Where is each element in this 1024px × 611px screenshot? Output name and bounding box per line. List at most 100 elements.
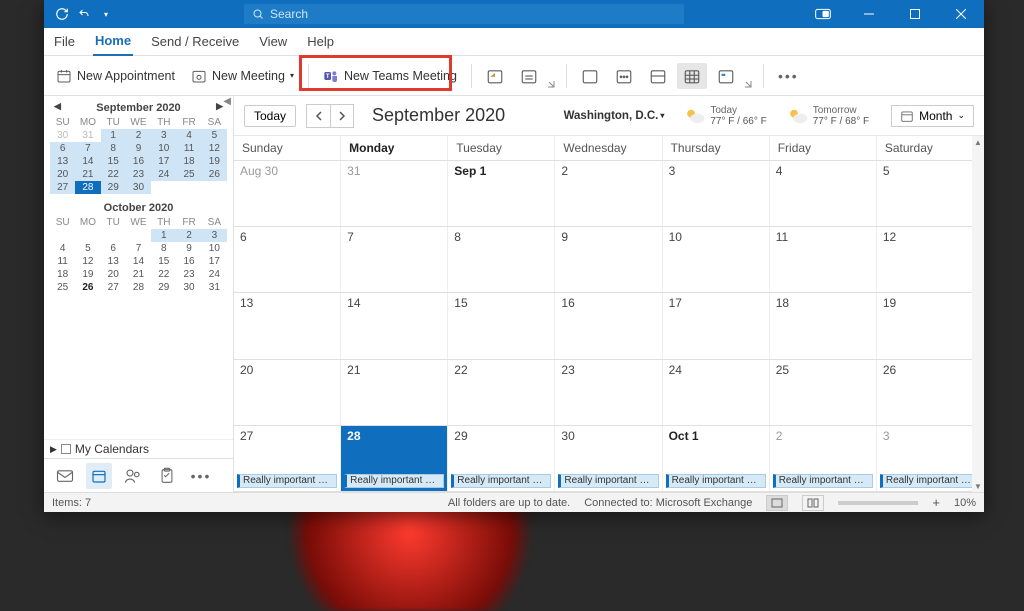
mini-day[interactable]: 25 bbox=[50, 281, 75, 294]
mini-day[interactable]: 1 bbox=[101, 129, 126, 142]
mini-day[interactable] bbox=[50, 229, 75, 242]
day-cell[interactable]: 20 bbox=[234, 360, 341, 425]
mini-day[interactable]: 17 bbox=[202, 255, 227, 268]
mini-day[interactable] bbox=[101, 229, 126, 242]
mini-day[interactable]: 5 bbox=[75, 242, 100, 255]
mail-nav-icon[interactable] bbox=[52, 463, 78, 489]
weather-today[interactable]: Today77° F / 66° F bbox=[684, 105, 766, 127]
mini-day[interactable]: 9 bbox=[126, 142, 151, 155]
mini-day[interactable] bbox=[176, 181, 201, 194]
mini-day[interactable] bbox=[126, 229, 151, 242]
mini-day[interactable]: 30 bbox=[50, 129, 75, 142]
mini-day[interactable]: 27 bbox=[50, 181, 75, 194]
mini-day[interactable]: 6 bbox=[50, 142, 75, 155]
mini-day[interactable]: 3 bbox=[202, 229, 227, 242]
mini-day[interactable]: 8 bbox=[101, 142, 126, 155]
mini-day[interactable]: 4 bbox=[50, 242, 75, 255]
day-cell[interactable]: 2Really important m… bbox=[770, 426, 877, 491]
ribbon-more-button[interactable]: ••• bbox=[772, 63, 805, 89]
mini-day[interactable]: 31 bbox=[202, 281, 227, 294]
day-cell[interactable]: 26 bbox=[877, 360, 984, 425]
mini-day[interactable]: 20 bbox=[101, 268, 126, 281]
calendar-event[interactable]: Really important m… bbox=[344, 474, 444, 488]
coming-soon-toggle[interactable] bbox=[800, 0, 846, 28]
mini-day[interactable]: 1 bbox=[151, 229, 176, 242]
mini-day[interactable]: 21 bbox=[126, 268, 151, 281]
nav-more-icon[interactable]: ••• bbox=[188, 463, 214, 489]
weather-location[interactable]: Washington, D.C. ▾ bbox=[564, 110, 665, 122]
undo-icon[interactable] bbox=[76, 6, 92, 22]
day-cell[interactable]: 7 bbox=[341, 227, 448, 292]
sync-icon[interactable] bbox=[54, 6, 70, 22]
calendar-event[interactable]: Really important m… bbox=[773, 474, 873, 488]
mini-day[interactable]: 14 bbox=[126, 255, 151, 268]
schedule-view-button[interactable] bbox=[514, 63, 544, 89]
mini-day[interactable]: 30 bbox=[176, 281, 201, 294]
meet-now-button[interactable] bbox=[480, 63, 510, 89]
menu-tab-send-receive[interactable]: Send / Receive bbox=[149, 30, 241, 55]
mini-day[interactable]: 5 bbox=[202, 129, 227, 142]
menu-tab-home[interactable]: Home bbox=[93, 29, 133, 56]
day-cell[interactable]: 9 bbox=[555, 227, 662, 292]
people-nav-icon[interactable] bbox=[120, 463, 146, 489]
calendar-event[interactable]: Really important m… bbox=[880, 474, 980, 488]
group-expand-icon-2[interactable] bbox=[743, 78, 755, 90]
mini-day[interactable]: 26 bbox=[202, 168, 227, 181]
minimize-button[interactable] bbox=[846, 0, 892, 28]
day-cell[interactable]: 16 bbox=[555, 293, 662, 358]
day-cell[interactable]: 22 bbox=[448, 360, 555, 425]
mini-day[interactable]: 18 bbox=[176, 155, 201, 168]
day-cell[interactable]: 2 bbox=[555, 161, 662, 226]
new-appointment-button[interactable]: New Appointment bbox=[50, 63, 181, 89]
mini-day[interactable]: 2 bbox=[176, 229, 201, 242]
day-cell[interactable]: Aug 30 bbox=[234, 161, 341, 226]
mini-day[interactable] bbox=[151, 181, 176, 194]
close-button[interactable] bbox=[938, 0, 984, 28]
view-selector-button[interactable]: Month ⌄ bbox=[891, 105, 974, 127]
vertical-scrollbar[interactable]: ▲ ▼ bbox=[972, 136, 984, 492]
mini-day[interactable]: 10 bbox=[202, 242, 227, 255]
mini-prev-icon[interactable]: ◀ bbox=[54, 101, 61, 112]
tasks-nav-icon[interactable] bbox=[154, 463, 180, 489]
day-cell[interactable]: 15 bbox=[448, 293, 555, 358]
workweek-view-button[interactable] bbox=[609, 63, 639, 89]
day-cell[interactable]: 29Really important m… bbox=[448, 426, 555, 491]
menu-tab-file[interactable]: File bbox=[52, 30, 77, 55]
calendar-nav-icon[interactable] bbox=[86, 463, 112, 489]
mini-day[interactable]: 18 bbox=[50, 268, 75, 281]
mini-day[interactable]: 9 bbox=[176, 242, 201, 255]
mini-day[interactable]: 11 bbox=[176, 142, 201, 155]
mini-day[interactable]: 29 bbox=[101, 181, 126, 194]
mini-day[interactable]: 28 bbox=[75, 181, 100, 194]
scroll-up-icon[interactable]: ▲ bbox=[972, 136, 984, 148]
mini-day[interactable]: 26 bbox=[75, 281, 100, 294]
day-cell[interactable]: 27Really important m… bbox=[234, 426, 341, 491]
mini-day[interactable]: 25 bbox=[176, 168, 201, 181]
mini-day[interactable]: 28 bbox=[126, 281, 151, 294]
day-cell[interactable]: 13 bbox=[234, 293, 341, 358]
day-cell[interactable]: 25 bbox=[770, 360, 877, 425]
today-button[interactable]: Today bbox=[244, 105, 296, 127]
mini-day[interactable]: 12 bbox=[75, 255, 100, 268]
zoom-in-button[interactable]: + bbox=[932, 495, 940, 510]
menu-tab-view[interactable]: View bbox=[257, 30, 289, 55]
reading-view-button[interactable] bbox=[802, 495, 824, 511]
qat-dropdown-icon[interactable]: ▾ bbox=[98, 6, 114, 22]
mini-day[interactable]: 15 bbox=[151, 255, 176, 268]
mini-day[interactable]: 8 bbox=[151, 242, 176, 255]
calendar-event[interactable]: Really important m… bbox=[237, 474, 337, 488]
mini-next-icon[interactable]: ▶ bbox=[216, 101, 223, 112]
mini-day[interactable] bbox=[202, 181, 227, 194]
calendar-event[interactable]: Really important m… bbox=[451, 474, 551, 488]
day-cell[interactable]: 31 bbox=[341, 161, 448, 226]
mini-day[interactable]: 7 bbox=[75, 142, 100, 155]
mini-day[interactable]: 7 bbox=[126, 242, 151, 255]
day-cell[interactable]: 21 bbox=[341, 360, 448, 425]
mini-day[interactable]: 16 bbox=[126, 155, 151, 168]
mini-day[interactable]: 23 bbox=[176, 268, 201, 281]
day-cell[interactable]: 4 bbox=[770, 161, 877, 226]
day-cell[interactable]: Oct 1Really important m… bbox=[663, 426, 770, 491]
day-cell[interactable]: 14 bbox=[341, 293, 448, 358]
mini-day[interactable]: 19 bbox=[202, 155, 227, 168]
weather-tomorrow[interactable]: Tomorrow77° F / 68° F bbox=[787, 105, 869, 127]
